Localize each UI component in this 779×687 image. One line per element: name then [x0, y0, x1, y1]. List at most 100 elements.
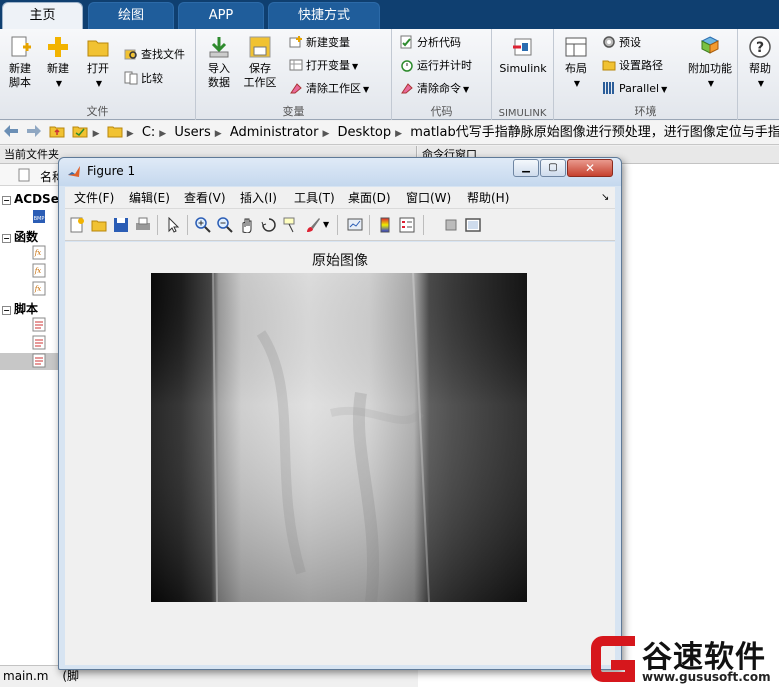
figure-title-bar[interactable]: Figure 1 ▁ ▢ ✕: [59, 158, 621, 186]
ribbon-section-file: 新建 脚本 新建 ▼ 打开 ▼ 查找文件 比较 文件: [0, 29, 196, 120]
browse-folder-icon[interactable]: [72, 124, 88, 138]
find-files-button[interactable]: 查找文件: [124, 45, 185, 65]
script-file-icon[interactable]: [32, 317, 46, 332]
up-folder-icon[interactable]: [49, 124, 65, 138]
menu-edit[interactable]: 编辑(E): [129, 187, 170, 209]
parallel-button[interactable]: Parallel ▼: [602, 79, 667, 99]
add-ons-button[interactable]: 附加功能 ▼: [684, 35, 736, 91]
collapse-icon[interactable]: −: [2, 234, 11, 243]
new-variable-button[interactable]: 新建变量: [289, 33, 350, 53]
print-icon[interactable]: [135, 217, 151, 233]
breadcrumb-users[interactable]: Users: [174, 125, 210, 140]
clear-workspace-icon: [290, 83, 302, 94]
function-file-icon[interactable]: fx: [32, 263, 46, 278]
forward-arrow-icon[interactable]: [26, 124, 42, 138]
new-label: 新建: [47, 62, 69, 75]
collapse-icon[interactable]: −: [2, 306, 11, 315]
data-cursor-icon[interactable]: [283, 217, 299, 233]
group-scripts-label: 脚本: [14, 302, 39, 316]
save-workspace-button[interactable]: 保存 工作区: [240, 35, 280, 90]
menu-insert[interactable]: 插入(I): [240, 187, 277, 209]
breadcrumb-desktop[interactable]: Desktop: [338, 125, 392, 140]
brush-icon[interactable]: [305, 217, 321, 233]
breadcrumb-project-folder[interactable]: matlab代写手指静脉原始图像进行预处理，进行图像定位与手指图像截取: [410, 125, 779, 140]
open-variable-dropdown-icon[interactable]: ▼: [352, 62, 358, 71]
collapse-icon[interactable]: −: [2, 196, 11, 205]
menu-tools[interactable]: 工具(T): [294, 187, 335, 209]
maximize-button[interactable]: ▢: [540, 159, 566, 177]
bmp-file-icon[interactable]: BMP: [32, 209, 46, 224]
add-ons-dropdown-icon[interactable]: ▼: [708, 79, 714, 88]
open-dropdown-icon[interactable]: ▼: [96, 79, 102, 88]
new-button[interactable]: 新建 ▼: [38, 35, 78, 91]
pointer-icon[interactable]: [165, 217, 181, 233]
tab-plots[interactable]: 绘图: [88, 2, 174, 29]
function-file-icon[interactable]: fx: [32, 281, 46, 296]
rotate-3d-icon[interactable]: [261, 217, 277, 233]
parallel-dropdown-icon[interactable]: ▼: [661, 85, 667, 94]
find-files-icon: [124, 49, 137, 60]
clear-workspace-button[interactable]: 清除工作区 ▼: [289, 79, 369, 99]
brush-dropdown-icon[interactable]: ▼: [323, 220, 329, 229]
show-plot-tools-icon[interactable]: [465, 217, 481, 233]
new-script-button[interactable]: 新建 脚本: [0, 35, 40, 90]
hide-plot-tools-icon[interactable]: [443, 217, 459, 233]
toolbar-separator: [157, 215, 158, 235]
breadcrumb-drive[interactable]: C:: [142, 125, 155, 140]
script-file-icon[interactable]: [32, 335, 46, 350]
new-figure-icon[interactable]: [69, 217, 85, 233]
colorbar-icon[interactable]: [377, 217, 393, 233]
menu-dock-icon[interactable]: ↘: [601, 187, 609, 209]
open-button[interactable]: 打开 ▼: [78, 35, 118, 91]
add-ons-icon: [700, 36, 720, 54]
tab-shortcuts[interactable]: 快捷方式: [268, 2, 380, 29]
run-and-time-button[interactable]: 运行并计时: [400, 56, 472, 76]
close-button[interactable]: ✕: [567, 159, 613, 177]
function-file-icon[interactable]: fx: [32, 245, 46, 260]
link-plot-icon[interactable]: [347, 217, 363, 233]
save-icon[interactable]: [113, 217, 129, 233]
analyze-code-button[interactable]: 分析代码: [400, 33, 461, 53]
group-functions[interactable]: − 函数: [2, 228, 38, 245]
minimize-button[interactable]: ▁: [513, 159, 539, 177]
figure-canvas[interactable]: 原始图像: [65, 242, 615, 665]
variable-section-label: 变量: [282, 105, 305, 118]
clear-commands-dropdown-icon[interactable]: ▼: [463, 85, 469, 94]
open-variable-button[interactable]: 打开变量 ▼: [289, 56, 358, 76]
clear-commands-button[interactable]: 清除命令 ▼: [400, 79, 469, 99]
run-and-time-icon: [401, 60, 413, 72]
preferences-button[interactable]: 预设: [602, 33, 641, 53]
selected-file-row[interactable]: [0, 353, 60, 370]
finger-vein-image[interactable]: [151, 273, 527, 602]
new-dropdown-icon[interactable]: ▼: [56, 79, 62, 88]
layout-button[interactable]: 布局 ▼: [556, 35, 596, 91]
menu-desktop[interactable]: 桌面(D): [348, 187, 391, 209]
set-path-button[interactable]: 设置路径: [602, 56, 663, 76]
layout-dropdown-icon[interactable]: ▼: [574, 79, 580, 88]
menu-file[interactable]: 文件(F): [74, 187, 114, 209]
clear-workspace-dropdown-icon[interactable]: ▼: [363, 85, 369, 94]
breadcrumb-administrator[interactable]: Administrator: [230, 125, 319, 140]
script-file-icon[interactable]: [32, 353, 46, 368]
tab-apps[interactable]: APP: [178, 2, 264, 29]
open-file-icon[interactable]: [91, 217, 107, 233]
set-path-icon: [602, 60, 616, 71]
zoom-out-icon[interactable]: [217, 217, 233, 233]
menu-help[interactable]: 帮助(H): [467, 187, 509, 209]
help-button[interactable]: ? 帮助 ▼: [740, 35, 779, 91]
zoom-in-icon[interactable]: [195, 217, 211, 233]
import-data-button[interactable]: 导入 数据: [199, 35, 239, 90]
menu-view[interactable]: 查看(V): [184, 187, 226, 209]
simulink-button[interactable]: Simulink: [497, 35, 549, 76]
group-scripts[interactable]: − 脚本: [2, 300, 38, 317]
figure-window[interactable]: Figure 1 ▁ ▢ ✕ 文件(F) 编辑(E) 查看(V) 插入(I) 工…: [58, 157, 622, 670]
compare-label: 比较: [141, 72, 163, 85]
pan-hand-icon[interactable]: [239, 217, 255, 233]
legend-icon[interactable]: [399, 217, 415, 233]
compare-button[interactable]: 比较: [124, 69, 163, 89]
group-acdsee[interactable]: − ACDSe: [2, 192, 59, 206]
back-arrow-icon[interactable]: [3, 124, 19, 138]
tab-home[interactable]: 主页: [2, 2, 83, 29]
menu-window[interactable]: 窗口(W): [406, 187, 451, 209]
help-dropdown-icon[interactable]: ▼: [758, 79, 764, 88]
